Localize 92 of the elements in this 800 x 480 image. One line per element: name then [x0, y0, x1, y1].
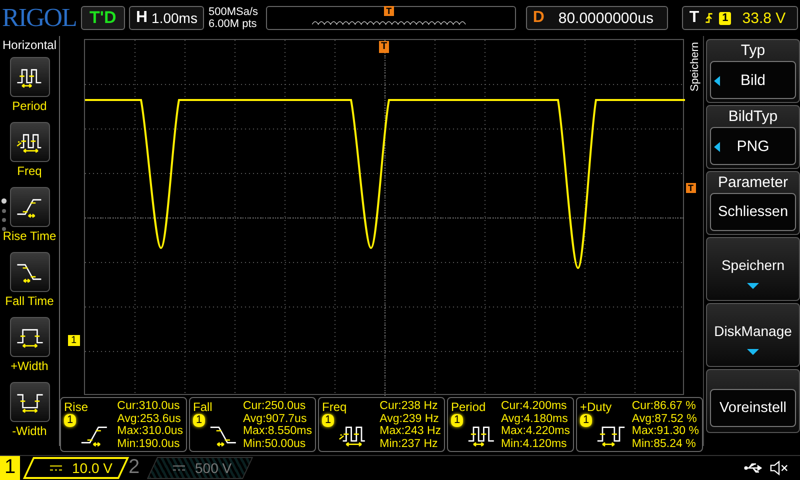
- softkey[interactable]: BildTyp PNG: [706, 105, 800, 169]
- delay-value: 80.0000000us: [557, 10, 654, 26]
- measurement-name: Fall: [193, 400, 214, 414]
- channel-number[interactable]: 1: [0, 456, 20, 480]
- trigger-level-marker: T: [686, 183, 696, 193]
- measurement-value: Cur:4.200ms: [500, 400, 568, 412]
- softkey[interactable]: Parameter Schliessen: [706, 171, 800, 235]
- measurement-value: Avg:239 Hz: [380, 412, 440, 425]
- trigger-label: T: [689, 9, 700, 27]
- trigger-level: 33.8 V: [742, 10, 786, 26]
- softkey-label: Speichern: [721, 257, 785, 273]
- softkey-label: Fall Time: [5, 294, 54, 308]
- down-triangle-icon: [747, 349, 759, 355]
- channel-scale: 500 V: [195, 460, 232, 476]
- measure-softkey[interactable]: [10, 57, 50, 97]
- measure-softkey[interactable]: [10, 252, 50, 292]
- source-badge: 1: [193, 414, 206, 427]
- measure-softkey[interactable]: [10, 382, 50, 422]
- dc-coupling-icon: [173, 465, 185, 471]
- timebase-panel[interactable]: H 1.00ms: [128, 6, 204, 30]
- softkey-title: Parameter: [718, 175, 788, 191]
- brand-logo: RIGOL: [2, 3, 77, 33]
- measurement-value: Avg:4.180ms: [500, 412, 569, 425]
- dc-coupling-icon: [50, 465, 62, 471]
- softkey-title: BildTyp: [728, 109, 778, 125]
- rising-edge-icon: [704, 11, 714, 25]
- measurement-name: +Duty: [580, 400, 613, 414]
- sample-rate: 500MSa/s: [208, 6, 259, 18]
- measurement-value: Min:190.0us: [117, 438, 181, 450]
- down-triangle-icon: [747, 283, 759, 289]
- menu-title: Horizontal: [1, 38, 58, 52]
- left-triangle-icon: [714, 142, 720, 152]
- measurement-value: Avg:907.7us: [242, 412, 308, 425]
- softkey-value: PNG: [736, 138, 770, 154]
- softkey-label: Period: [12, 99, 47, 113]
- timebase-value: 1.00ms: [152, 10, 198, 26]
- softkey[interactable]: Voreinstell: [706, 369, 800, 433]
- softkey-label: Rise Time: [2, 229, 56, 243]
- measure-softkey[interactable]: [10, 187, 50, 227]
- measurement-value: Min:85.24 %: [632, 438, 697, 450]
- trigger-position-marker: T: [384, 6, 394, 16]
- measurement-value: Max:243 Hz: [380, 425, 441, 438]
- measurement-name: Period: [451, 400, 487, 414]
- measurement-value: Min:50.00us: [242, 438, 307, 450]
- delay-label: D: [532, 9, 544, 27]
- softkey-label: -Width: [12, 424, 47, 438]
- measurement-value: Avg:87.52 %: [632, 412, 698, 425]
- run-status-indicator[interactable]: T'D: [80, 6, 125, 30]
- measurement-value: Avg:253.6us: [117, 412, 182, 425]
- softkey[interactable]: DiskManage: [706, 303, 800, 367]
- speaker-muted-icon: [770, 460, 788, 476]
- measurement-value: Cur:86.67 %: [632, 400, 697, 412]
- softkey-value: Voreinstell: [720, 400, 786, 416]
- softkey-label: DiskManage: [714, 323, 792, 339]
- channel-offset-marker: 1: [68, 335, 80, 346]
- softkey-value: Bild: [740, 72, 766, 88]
- softkey[interactable]: Speichern: [706, 237, 800, 301]
- channel-scale-tab[interactable]: 10.0 V: [22, 457, 130, 479]
- softkey[interactable]: Typ Bild: [706, 39, 800, 103]
- measurement-value: Max:4.220ms: [500, 425, 570, 438]
- measurement-value: Cur:238 Hz: [380, 400, 439, 412]
- trigger-panel[interactable]: T 1 33.8 V: [682, 6, 798, 30]
- measure-softkey[interactable]: [10, 317, 50, 357]
- left-triangle-icon: [714, 76, 720, 86]
- measurement-name: Rise: [64, 400, 90, 414]
- usb-icon: [744, 462, 764, 474]
- softkey-title: Typ: [740, 43, 766, 59]
- softkey-label: Freq: [17, 164, 42, 178]
- source-badge: 1: [580, 414, 592, 427]
- memory-depth: 6.00M pts: [208, 18, 258, 30]
- measurement-value: Cur:250.0us: [242, 400, 307, 412]
- channel-scale-tab[interactable]: 500 V: [146, 457, 254, 479]
- measurement-value: Max:8.550ms: [242, 425, 312, 438]
- measurement-value: Max:310.0us: [117, 425, 183, 438]
- measurement-value: Min:237 Hz: [380, 438, 439, 450]
- measure-softkey[interactable]: [10, 122, 50, 162]
- source-badge: 1: [322, 414, 334, 427]
- softkey-value: Schliessen: [718, 204, 788, 220]
- measurement-value: Min:4.120ms: [500, 438, 568, 450]
- trigger-position-marker: T: [379, 41, 390, 53]
- source-badge: 1: [64, 414, 76, 427]
- page-indicator-icon: [1, 198, 7, 232]
- source-badge: 1: [451, 414, 464, 427]
- measurement-value: Max:91.30 %: [632, 425, 699, 438]
- measurement-value: Cur:310.0us: [117, 400, 181, 412]
- channel-scale: 10.0 V: [72, 460, 112, 476]
- delay-panel[interactable]: D 80.0000000us: [526, 6, 668, 30]
- measurement-name: Freq: [322, 400, 348, 414]
- timebase-label: H: [136, 9, 148, 27]
- softkey-label: +Width: [10, 359, 48, 373]
- menu-side-label: Speichern: [689, 42, 701, 92]
- trigger-source: 1: [719, 12, 732, 24]
